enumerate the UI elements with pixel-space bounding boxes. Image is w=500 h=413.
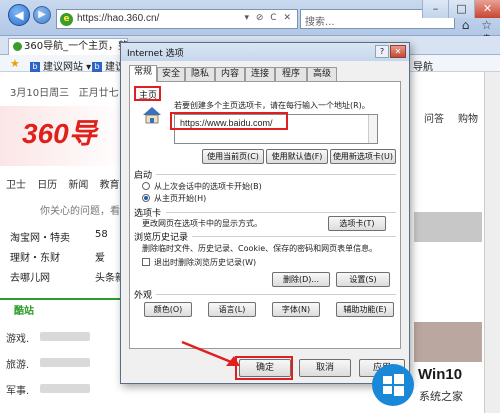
general-tab-panel: 主页 若要创建多个主页选项卡，请在每行输入一个地址(R)。 https://ww…	[129, 81, 401, 349]
favorites-star-icon[interactable]: ★	[10, 57, 20, 70]
link-item[interactable]: 淘宝网・特卖	[10, 229, 70, 244]
browser-tab[interactable]: 360导航_一个主页，整个世界	[8, 38, 128, 55]
dialog-close-button[interactable]: ✕	[390, 45, 406, 58]
hint-text: 你关心的问题，看全	[40, 206, 130, 217]
colors-button[interactable]: 颜色(O)	[144, 302, 192, 317]
tab-security[interactable]: 安全	[157, 67, 185, 81]
history-section-label: 浏览历史记录	[134, 233, 189, 243]
nav-item[interactable]: 教育	[100, 180, 120, 191]
link-item[interactable]: 去哪儿网	[10, 269, 50, 284]
address-tools-icons[interactable]: ▾ ⊘ C ✕	[245, 13, 293, 23]
tabs-settings-button[interactable]: 选项卡(T)	[328, 216, 386, 231]
search-placeholder: 搜索...	[305, 17, 335, 28]
internet-options-dialog: Internet 选项 ? ✕ 常规 安全 隐私 内容 连接 程序 高级 主页 …	[120, 42, 410, 384]
dialog-titlebar[interactable]: Internet 选项	[121, 43, 409, 61]
side-list-item[interactable]: 军事.	[6, 382, 29, 397]
back-button[interactable]: ◀	[8, 4, 30, 26]
blurred-link	[40, 358, 90, 367]
right-nav-item[interactable]: 问答	[424, 110, 444, 125]
favorite-link[interactable]: b 建议网站 ▾	[30, 58, 91, 73]
nav-item[interactable]: 日历	[37, 180, 57, 191]
watermark-title: Win10	[418, 366, 463, 383]
divider	[192, 236, 396, 237]
address-bar[interactable]: e https://hao.360.cn/ ▾ ⊘ C ✕	[56, 9, 298, 29]
history-settings-button[interactable]: 设置(S)	[336, 272, 390, 287]
baidu-icon: b	[92, 62, 102, 72]
tab-title: 360导航_一个主页，整个世界	[24, 41, 127, 52]
date-text: 3月10日周三 正月廿七	[10, 88, 119, 99]
watermark-subtitle: 系统之家	[419, 390, 463, 403]
site-favicon-icon: e	[60, 13, 73, 26]
divider	[156, 174, 396, 175]
use-new-tab-button[interactable]: 使用新选项卡(U)	[330, 149, 396, 164]
history-description: 删除临时文件、历史记录、Cookie、保存的密码和网页表单信息。	[142, 244, 378, 253]
thumbnail-image[interactable]	[414, 322, 482, 362]
nav-item[interactable]: 卫士	[6, 180, 26, 191]
divider	[156, 294, 396, 295]
startup-option-label: 从主页开始(H)	[154, 194, 207, 203]
section-header: 酷站	[0, 298, 128, 317]
forward-button[interactable]: ▶	[33, 6, 51, 24]
url-highlight-box	[170, 112, 288, 130]
tab-programs[interactable]: 程序	[275, 67, 307, 81]
address-url: https://hao.360.cn/	[77, 13, 160, 24]
delete-on-exit-checkbox[interactable]	[142, 258, 150, 266]
languages-button[interactable]: 语言(L)	[208, 302, 256, 317]
use-default-button[interactable]: 使用默认值(F)	[266, 149, 328, 164]
startup-option-label: 从上次会话中的选项卡开始(B)	[154, 182, 262, 191]
tab-connections[interactable]: 连接	[245, 67, 275, 81]
side-list-item[interactable]: 旅游.	[6, 356, 29, 371]
home-input-scrollbar[interactable]	[368, 115, 377, 143]
minimize-button[interactable]: –	[422, 0, 448, 18]
startup-last-session-radio[interactable]	[142, 182, 150, 190]
appearance-section-label: 外观	[134, 291, 153, 301]
blurred-link	[40, 332, 90, 341]
browser-titlebar: ◀ ▶ e https://hao.360.cn/ ▾ ⊘ C ✕ 搜索... …	[0, 0, 500, 46]
link-item[interactable]: 58	[95, 229, 108, 240]
tab-favicon-icon	[13, 41, 22, 51]
blurred-link	[40, 384, 90, 393]
delete-history-button[interactable]: 删除(D)...	[272, 272, 330, 287]
maximize-button[interactable]: □	[448, 0, 474, 18]
tab-advanced[interactable]: 高级	[307, 67, 337, 81]
watermark: Win10 系统之家	[372, 364, 494, 408]
house-icon	[143, 107, 161, 124]
page-scrollbar[interactable]	[484, 72, 500, 413]
accessibility-button[interactable]: 辅助功能(E)	[336, 302, 394, 317]
delete-on-exit-label: 退出时删除浏览历史记录(W)	[154, 258, 257, 267]
dialog-title: Internet 选项	[127, 49, 184, 59]
baidu-icon: b	[30, 62, 40, 72]
fonts-button[interactable]: 字体(N)	[272, 302, 320, 317]
cancel-button[interactable]: 取消	[299, 359, 351, 377]
home-section-label: 主页	[139, 91, 158, 101]
favorites-right-label[interactable]: 导航	[413, 58, 433, 73]
help-button[interactable]: ?	[375, 45, 389, 58]
thumbnail-image[interactable]	[414, 212, 482, 242]
tab-privacy[interactable]: 隐私	[185, 67, 215, 81]
toolbar-icons[interactable]: ⌂ ☆ ⚙	[460, 18, 500, 46]
windows-logo-icon	[372, 364, 414, 406]
nav-item[interactable]: 新闻	[68, 180, 88, 191]
use-current-button[interactable]: 使用当前页(C)	[202, 149, 264, 164]
startup-home-radio[interactable]	[142, 194, 150, 202]
site-logo[interactable]: 360导	[22, 112, 97, 152]
page-nav: 卫士 日历 新闻 教育	[6, 176, 128, 191]
divider	[166, 212, 396, 213]
right-nav-item[interactable]: 购物	[458, 110, 478, 125]
link-item[interactable]: 爱	[95, 249, 105, 264]
side-list-item[interactable]: 游戏.	[6, 330, 29, 345]
startup-section-label: 启动	[134, 171, 153, 181]
tab-general[interactable]: 常规	[129, 65, 157, 82]
link-item[interactable]: 理财・东财	[10, 249, 60, 264]
close-window-button[interactable]: ✕	[474, 0, 500, 18]
tab-content[interactable]: 内容	[215, 67, 245, 81]
tabs-description: 更改网页在选项卡中的显示方式。	[142, 219, 262, 228]
red-arrow-icon	[181, 340, 240, 366]
home-description: 若要创建多个主页选项卡，请在每行输入一个地址(R)。	[174, 101, 370, 110]
